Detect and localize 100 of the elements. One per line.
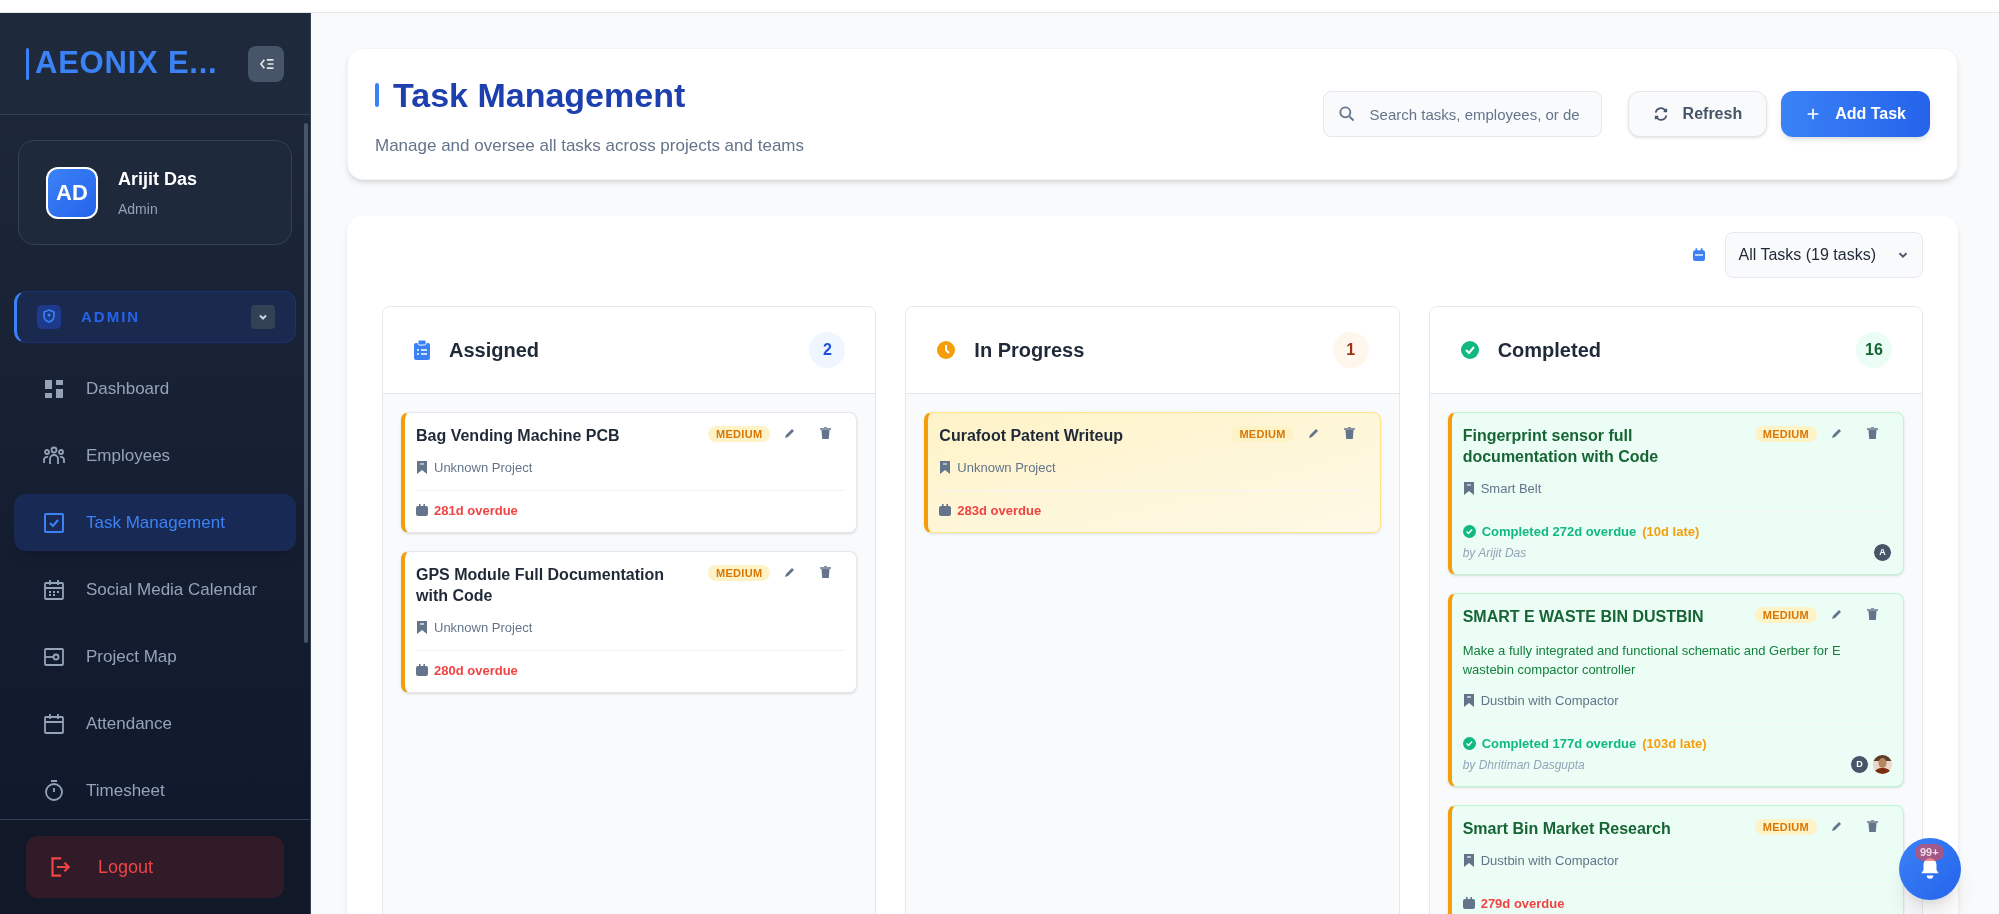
checkbox-icon bbox=[42, 510, 66, 535]
task-card[interactable]: GPS Module Full Documentation with Code MEDIUM Unknown Project 280d overdue bbox=[401, 551, 858, 693]
delete-button[interactable] bbox=[1867, 608, 1878, 620]
scrollbar[interactable] bbox=[304, 123, 308, 643]
column-title: Completed bbox=[1497, 338, 1602, 363]
calendar-icon bbox=[42, 711, 66, 736]
task-title: SMART E WASTE BIN DUSTBIN bbox=[1462, 607, 1705, 627]
delete-button[interactable] bbox=[820, 427, 832, 439]
due-status: 279d overdue bbox=[1480, 894, 1565, 913]
column-title: Assigned bbox=[449, 338, 541, 363]
calendar-icon bbox=[42, 577, 66, 602]
priority-badge: MEDIUM bbox=[1754, 819, 1817, 835]
late-note: (103d late) bbox=[1642, 734, 1707, 753]
avatar: D bbox=[1850, 755, 1869, 774]
pencil-icon bbox=[1307, 427, 1320, 439]
pencil-icon bbox=[784, 427, 797, 439]
bookmark-icon bbox=[939, 461, 952, 475]
task-title: Curafoot Patent Writeup bbox=[939, 426, 1125, 446]
avatar: A bbox=[1873, 543, 1892, 562]
bookmark-icon bbox=[416, 461, 428, 475]
project-name: Dustbin with Compactor bbox=[1480, 852, 1619, 870]
edit-button[interactable] bbox=[1831, 820, 1843, 832]
delete-button[interactable] bbox=[820, 566, 832, 578]
pencil-icon bbox=[1831, 820, 1843, 832]
add-task-button[interactable]: Add Task bbox=[1781, 91, 1930, 137]
logo-bar bbox=[26, 47, 29, 80]
delete-button[interactable] bbox=[1867, 820, 1878, 832]
page-subtitle: Manage and oversee all tasks across projects and teams bbox=[375, 134, 804, 157]
edit-button[interactable] bbox=[784, 427, 797, 439]
pencil-icon bbox=[784, 566, 797, 578]
stopwatch-icon bbox=[42, 778, 66, 803]
filter-dropdown[interactable]: All Tasks (19 tasks) bbox=[1725, 232, 1923, 278]
bookmark-icon bbox=[1462, 694, 1475, 708]
project-name: Dustbin with Compactor bbox=[1480, 692, 1619, 710]
search-field[interactable]: Search tasks, employees, or de bbox=[1322, 91, 1602, 137]
project-name: Unknown Project bbox=[434, 459, 533, 477]
search-icon bbox=[1336, 104, 1357, 124]
nav-item[interactable]: Timesheet bbox=[14, 762, 296, 819]
check-circle-icon bbox=[1462, 736, 1476, 750]
completed-by: by Dhritiman Dasgupta bbox=[1462, 756, 1585, 774]
nav-item[interactable]: Project Map bbox=[14, 628, 296, 685]
nav-item[interactable]: Task Management bbox=[14, 494, 296, 551]
edit-button[interactable] bbox=[1307, 427, 1320, 439]
completed-by: by Arijit Das bbox=[1462, 544, 1527, 562]
notification-badge: 99+ bbox=[1915, 844, 1944, 861]
nav-item[interactable]: Social Media Calendar bbox=[14, 561, 296, 618]
project-name: Unknown Project bbox=[434, 619, 533, 637]
nav-item[interactable]: Employees bbox=[14, 427, 296, 484]
refresh-button[interactable]: Refresh bbox=[1627, 91, 1768, 137]
calendar-icon bbox=[1462, 897, 1475, 910]
nav-item[interactable]: Dashboard bbox=[14, 360, 296, 417]
task-title: GPS Module Full Documentation with Code bbox=[416, 565, 665, 606]
edit-button[interactable] bbox=[1831, 608, 1843, 620]
trash-icon bbox=[820, 427, 832, 439]
priority-badge: MEDIUM bbox=[1754, 607, 1817, 623]
check-circle-icon bbox=[1459, 340, 1480, 360]
task-card[interactable]: Fingerprint sensor full documentation with Code MEDIUM Smart Belt Completed 272d overdue (10d late) by Arijit Das A bbox=[1447, 412, 1904, 575]
task-card[interactable]: Smart Bin Market Research MEDIUM Dustbin with Compactor 279d overdue bbox=[1447, 805, 1904, 914]
late-note: (10d late) bbox=[1642, 522, 1700, 541]
trash-icon bbox=[1867, 608, 1878, 620]
delete-button[interactable] bbox=[1867, 427, 1878, 439]
trash-icon bbox=[820, 566, 832, 578]
shield-icon bbox=[37, 305, 61, 330]
chevron-icon bbox=[251, 305, 275, 330]
clipboard-icon bbox=[413, 340, 431, 360]
column-title: In Progress bbox=[974, 338, 1086, 363]
delete-button[interactable] bbox=[1343, 427, 1355, 439]
task-title: Smart Bin Market Research bbox=[1462, 819, 1672, 839]
user-role: Admin bbox=[118, 199, 159, 219]
task-title: Fingerprint sensor full documentation with Code bbox=[1462, 426, 1660, 467]
bookmark-icon bbox=[1462, 854, 1475, 868]
task-card[interactable]: Bag Vending Machine PCB MEDIUM Unknown Project 281d overdue bbox=[401, 412, 858, 533]
count-badge: 16 bbox=[1856, 332, 1892, 368]
refresh-icon bbox=[1652, 106, 1669, 122]
due-status: 283d overdue bbox=[957, 501, 1042, 520]
nav-item[interactable]: Attendance bbox=[14, 695, 296, 752]
task-card[interactable] bbox=[1447, 593, 1904, 787]
trash-icon bbox=[1867, 427, 1878, 439]
priority-badge: MEDIUM bbox=[708, 565, 771, 581]
due-status: 281d overdue bbox=[434, 501, 518, 520]
collapse-sidebar-button[interactable] bbox=[248, 45, 284, 82]
calendar-icon bbox=[416, 504, 428, 517]
due-status: 280d overdue bbox=[434, 661, 518, 680]
count-badge: 2 bbox=[809, 332, 846, 368]
app-logo: AEONIX E... bbox=[35, 44, 218, 83]
edit-button[interactable] bbox=[784, 566, 797, 578]
logout-button[interactable]: Logout bbox=[26, 836, 284, 898]
completion-status: Completed 177d overdue bbox=[1481, 734, 1637, 753]
pencil-icon bbox=[1831, 427, 1843, 439]
task-description: Make a fully integrated and functional schematic and Gerber for E wastebin compactor controller bbox=[1462, 642, 1842, 679]
calendar-icon bbox=[939, 504, 952, 517]
user-avatar: AD bbox=[46, 166, 98, 219]
project-name: Smart Belt bbox=[1480, 480, 1542, 498]
bookmark-icon bbox=[416, 621, 428, 635]
edit-button[interactable] bbox=[1831, 427, 1843, 439]
pencil-icon bbox=[1831, 608, 1843, 620]
trash-icon bbox=[1867, 820, 1878, 832]
trash-icon bbox=[1343, 427, 1355, 439]
task-card[interactable]: Curafoot Patent Writeup MEDIUM Unknown Project 283d overdue bbox=[924, 412, 1381, 533]
title-accent bbox=[375, 83, 379, 108]
